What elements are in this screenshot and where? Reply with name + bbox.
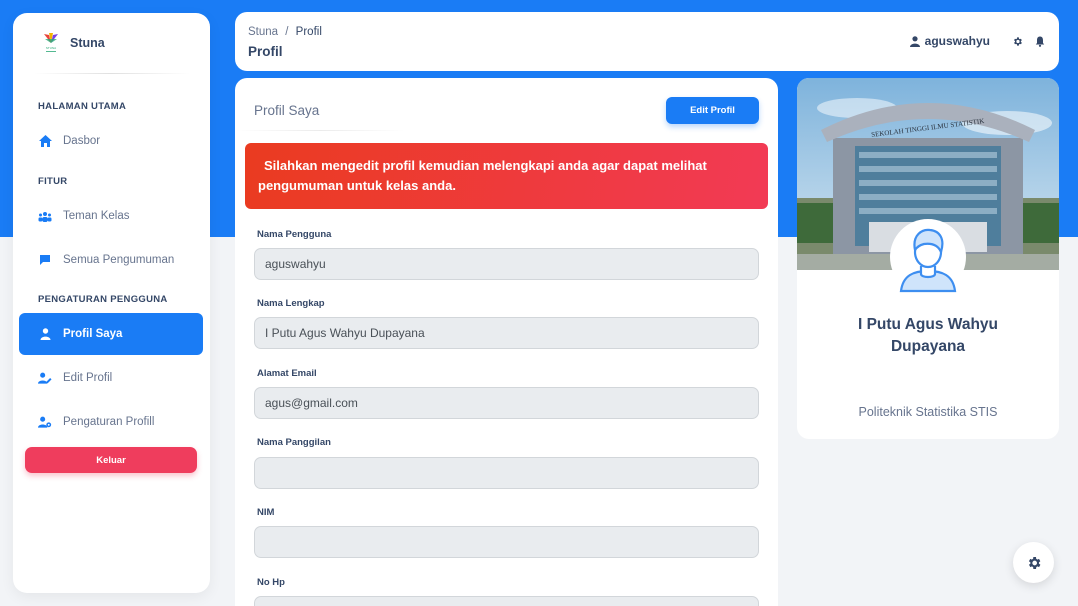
section-title-fitur: FITUR: [38, 176, 68, 187]
sidebar-item-label: Teman Kelas: [63, 210, 130, 222]
field-label-nama-lengkap: Nama Lengkap: [257, 298, 325, 309]
page-title: Profil: [248, 44, 283, 59]
sidebar-item-label: Edit Profil: [63, 372, 113, 384]
user-icon: [909, 35, 920, 47]
avatar-user-icon: [892, 221, 964, 293]
user-menu[interactable]: aguswahyu: [909, 34, 990, 48]
section-title-halaman-utama: HALAMAN UTAMA: [38, 101, 127, 112]
sidebar-item-label: Profil Saya: [63, 328, 123, 340]
breadcrumb-root[interactable]: Stuna: [248, 26, 278, 38]
nama-lengkap-field[interactable]: [254, 317, 759, 349]
sidebar-item-label: Semua Pengumuman: [63, 254, 175, 266]
no-hp-field[interactable]: [254, 596, 759, 606]
logout-button[interactable]: Keluar: [25, 447, 197, 473]
breadcrumb-separator: /: [285, 26, 289, 38]
sidebar-item-semua-pengumuman[interactable]: Semua Pengumuman: [19, 239, 203, 281]
gear-icon: [1028, 556, 1040, 569]
stuna-logo-icon: STUNA: [44, 33, 58, 52]
settings-fab[interactable]: [1013, 542, 1054, 583]
nim-field[interactable]: [254, 526, 759, 558]
alamat-email-field[interactable]: [254, 387, 759, 419]
field-label-nama-pengguna: Nama Pengguna: [257, 229, 332, 240]
user-icon: [38, 327, 52, 341]
profile-summary-card: SEKOLAH TINGGI ILMU STATISTIK I Putu Agu…: [797, 78, 1059, 439]
header-actions: aguswahyu: [909, 34, 1045, 48]
profile-form-card: Profil Saya Edit Profil Silahkan mengedi…: [235, 78, 778, 606]
breadcrumb: Stuna / Profil: [248, 26, 322, 38]
avatar: [890, 219, 966, 295]
sidebar-item-profil-saya[interactable]: Profil Saya: [19, 313, 203, 355]
sidebar-item-label: Dasbor: [63, 135, 101, 147]
field-label-no-hp: No Hp: [257, 577, 285, 588]
alert-banner: Silahkan mengedit profil kemudian meleng…: [245, 143, 768, 209]
edit-profile-button[interactable]: Edit Profil: [666, 97, 759, 124]
users-icon: [38, 209, 52, 223]
user-cog-icon: [38, 415, 52, 429]
field-label-alamat-email: Alamat Email: [257, 368, 317, 379]
card-title: Profil Saya: [254, 103, 320, 118]
alert-text-line1: Silahkan mengedit profil kemudian meleng…: [264, 158, 707, 173]
top-navbar: Stuna / Profil Profil aguswahyu: [235, 12, 1059, 71]
sidebar-item-dasbor[interactable]: Dasbor: [19, 120, 203, 162]
nama-panggilan-field[interactable]: [254, 457, 759, 489]
field-label-nim: NIM: [257, 507, 275, 518]
sidebar-item-pengaturan-profill[interactable]: Pengaturan Profill: [19, 401, 203, 443]
alert-text-line2: pengumuman untuk kelas anda.: [258, 178, 456, 193]
profile-institution: Politeknik Statistika STIS: [858, 405, 998, 419]
brand-divider: [33, 73, 190, 74]
user-edit-icon: [38, 371, 52, 385]
field-label-nama-panggilan: Nama Panggilan: [257, 437, 331, 448]
sidebar: STUNA Stuna HALAMAN UTAMA Dasbor FITUR T…: [13, 13, 210, 593]
bell-icon[interactable]: [1035, 36, 1045, 47]
sidebar-item-label: Pengaturan Profill: [63, 416, 155, 428]
profile-full-name: I Putu Agus Wahyu Dupayana: [857, 316, 999, 355]
logo-text: STUNA: [46, 46, 56, 50]
username: aguswahyu: [924, 34, 990, 48]
breadcrumb-current: Profil: [295, 26, 322, 38]
nama-pengguna-field[interactable]: [254, 248, 759, 280]
card-title-divider: [235, 130, 405, 131]
sidebar-item-edit-profil[interactable]: Edit Profil: [19, 357, 203, 399]
home-icon: [38, 134, 52, 148]
brand[interactable]: STUNA Stuna: [13, 13, 210, 73]
brand-name: Stuna: [70, 36, 105, 50]
gear-icon[interactable]: [1012, 36, 1023, 47]
comment-icon: [38, 253, 52, 267]
sidebar-item-teman-kelas[interactable]: Teman Kelas: [19, 195, 203, 237]
section-title-pengaturan-pengguna: PENGATURAN PENGGUNA: [38, 294, 168, 305]
